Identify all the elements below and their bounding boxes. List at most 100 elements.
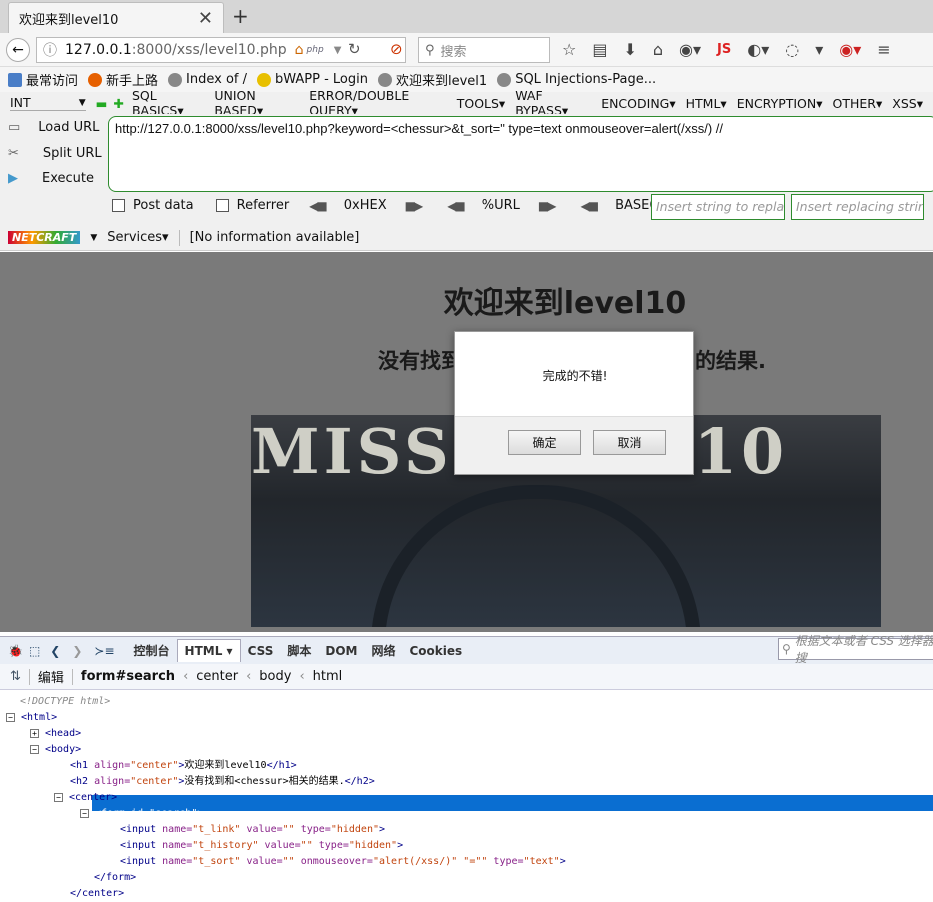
bookmark-item[interactable]: 最常访问 [8,70,78,89]
palette-icon[interactable]: ◌ [785,40,799,59]
firebug-search-input[interactable]: ⚲ 根据文本或者 CSS 选择器搜 [778,634,933,665]
base64-encode-arrow-icon[interactable]: ◀■ [581,199,600,213]
tab-console[interactable]: 控制台 [127,638,177,663]
back-icon[interactable]: ← [6,38,30,62]
back-icon[interactable]: ❮ [50,644,60,658]
reading-list-icon[interactable]: ▤ [592,40,607,59]
url-decode-arrow-icon[interactable]: ■▶ [538,199,557,213]
overflow-icon[interactable]: ▾ [815,40,823,59]
insert-string-input[interactable]: Insert string to replace [651,194,785,220]
tab-cookies[interactable]: Cookies [403,640,470,662]
edit-button[interactable]: 编辑 [38,667,64,686]
addon-icon[interactable]: ◉▾ [679,40,701,59]
new-tab-button[interactable]: + [232,4,249,28]
tab-network[interactable]: 网络 [364,638,402,663]
expand-icon[interactable]: + [30,729,39,738]
command-line-icon[interactable]: ≻≡ [94,644,114,658]
tree-node-head[interactable]: + <head> [30,726,81,742]
tab-dom[interactable]: DOM [318,640,364,662]
menu-other[interactable]: OTHER▾ [833,96,883,111]
php-badge[interactable]: php [307,45,324,55]
collapse-icon[interactable]: − [54,793,63,802]
download-icon[interactable]: ⬇ [623,40,636,59]
alert-dialog: 完成的不错! 确定 取消 [454,331,694,475]
netcraft-logo[interactable]: NETCRAFT [8,231,81,244]
tree-node-form[interactable]: − <form id="search"> [80,806,203,822]
collapse-icon[interactable]: − [6,713,15,722]
menu-html[interactable]: HTML▾ [686,96,727,111]
referrer-checkbox[interactable] [215,199,229,212]
bookmark-item[interactable]: bWAPP - Login [257,72,368,87]
firebug-icon[interactable]: 🐞 [8,644,23,658]
services-menu[interactable]: Services▾ [107,230,168,245]
hackbar-icon[interactable]: ◉▾ [839,40,861,59]
home-icon[interactable]: ⌂ [653,40,663,59]
execute-button[interactable]: ▶ Execute [8,171,94,186]
referrer-label: Referrer [236,198,290,213]
bookmark-item[interactable]: SQL Injections-Page... [497,72,656,87]
menu-icon[interactable]: ≡ [877,40,890,59]
inspect-icon[interactable]: ⬚ [29,644,40,658]
menu-encoding[interactable]: ENCODING▾ [601,96,675,111]
url-encode-arrow-icon[interactable]: ◀■ [447,199,466,213]
crumb-html[interactable]: html [313,669,343,684]
hex-encode-arrow-icon[interactable]: ◀■ [309,199,328,213]
tree-node-h1[interactable]: <h1 align="center">欢迎来到level10</h1> [70,758,297,774]
menu-tools[interactable]: TOOLS▾ [457,96,506,111]
ok-button[interactable]: 确定 [508,430,581,455]
collapse-icon[interactable]: − [80,809,89,818]
hackbar-menu: INT ▼ ▬ ✚ SQL BASICS▾ UNION BASED▾ ERROR/… [0,88,933,118]
int-select[interactable]: INT ▼ [10,95,86,111]
pane-toggle-icon[interactable]: ⇅ [10,669,21,684]
noscript-icon[interactable]: ⊘ [390,40,403,58]
split-url-button[interactable]: ✂ Split URL [8,146,102,161]
js-toggle[interactable]: JS [717,42,731,57]
tree-node-center[interactable]: − <center> [54,790,117,806]
bookmark-star-icon[interactable]: ☆ [562,40,576,59]
cancel-button[interactable]: 取消 [593,430,666,455]
search-icon: ⚲ [782,642,791,656]
bookmark-item[interactable]: 欢迎来到level1 [378,70,487,89]
search-input[interactable]: ⚲ 搜索 [418,37,550,63]
minus-icon[interactable]: ▬ [96,96,108,111]
bookmark-item[interactable]: Index of / [168,72,247,87]
tree-node-input-t-link[interactable]: <input name="t_link" value="" type="hidd… [120,822,385,838]
tree-node-html[interactable]: − <html> [6,710,57,726]
globe-icon [378,72,392,87]
menu-encryption[interactable]: ENCRYPTION▾ [737,96,823,111]
info-icon[interactable]: ⓘ [43,40,57,60]
tree-node-h2[interactable]: <h2 align="center">没有找到和<chessur>相关的结果.<… [70,774,375,790]
insert-replacing-input[interactable]: Insert replacing string [791,194,924,220]
chevron-down-icon[interactable]: ▼ [90,233,97,243]
load-url-button[interactable]: ▭ Load URL [8,120,99,135]
plus-icon[interactable]: ✚ [113,96,123,111]
page-heading: 欢迎来到level10 [443,286,687,321]
menu-xss[interactable]: XSS▾ [892,96,923,111]
netcraft-bar: NETCRAFT ▼ Services▾ [No information ava… [0,225,933,251]
tree-doctype: <!DOCTYPE html> [20,696,111,707]
crumb-body[interactable]: body [259,669,291,684]
tab-active[interactable]: 欢迎来到level10 ✕ [8,2,224,33]
collapse-icon[interactable]: − [30,745,39,754]
forward-icon[interactable]: ❯ [72,644,82,658]
tab-css[interactable]: CSS [241,640,281,662]
tab-html[interactable]: HTML ▾ [176,639,241,662]
close-tab-icon[interactable]: ✕ [198,8,213,29]
crumb-center[interactable]: center [196,669,238,684]
reload-icon[interactable]: ↻ [348,40,361,58]
tab-script[interactable]: 脚本 [280,638,318,663]
bookmark-item[interactable]: 新手上路 [88,70,158,89]
tree-node-input-t-history[interactable]: <input name="t_history" value="" type="h… [120,838,403,854]
divider [28,668,30,685]
home-site-icon[interactable]: ⌂ [295,42,304,58]
hex-decode-arrow-icon[interactable]: ■▶ [405,199,424,213]
post-data-checkbox[interactable] [112,199,125,212]
url-textarea[interactable]: http://127.0.0.1:8000/xss/level10.php?ke… [108,116,933,192]
crumb-form[interactable]: form#search [81,669,175,684]
color-addon-icon[interactable]: ◐▾ [747,40,769,59]
divider [178,229,180,246]
selected-node-highlight [92,795,933,811]
tree-node-body[interactable]: − <body> [30,742,81,758]
dropdown-icon[interactable]: ▼ [334,45,342,56]
tree-node-input-t-sort[interactable]: <input name="t_sort" value="" onmouseove… [120,854,566,870]
